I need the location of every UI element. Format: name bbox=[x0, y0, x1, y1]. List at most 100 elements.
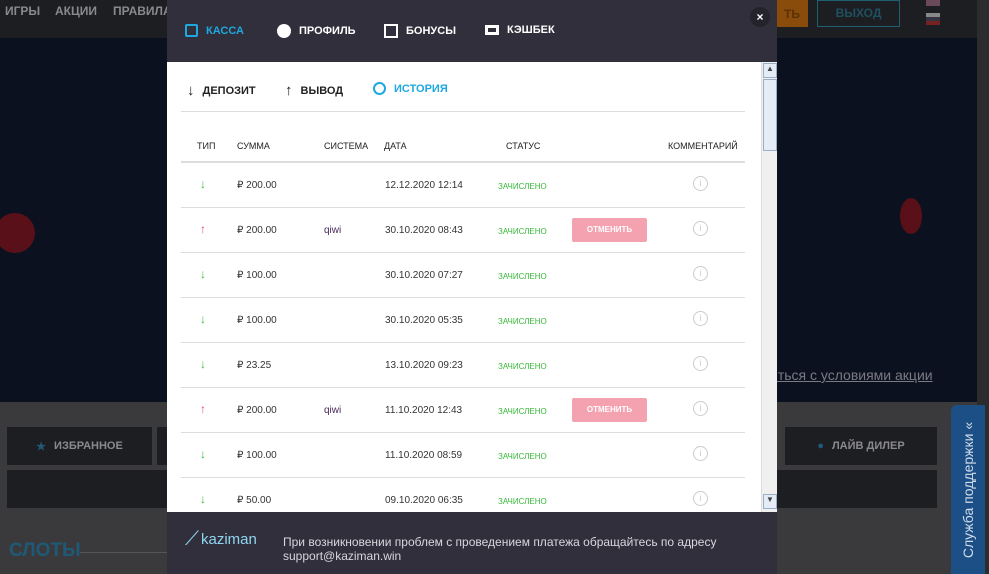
date: 11.10.2020 12:43 bbox=[385, 405, 463, 416]
chip-icon bbox=[0, 213, 35, 253]
scroll-thumb[interactable] bbox=[763, 79, 777, 151]
table-row: ↓ ₽ 50.00 09.10.2020 06:35 ЗАЧИСЛЕНО i bbox=[181, 478, 745, 512]
nav-promos[interactable]: АКЦИИ bbox=[55, 4, 97, 18]
amount: ₽ 200.00 bbox=[237, 405, 277, 416]
info-icon[interactable]: i bbox=[693, 176, 708, 191]
tab-label: БОНУСЫ bbox=[406, 25, 456, 37]
support-label: Служба поддержки « bbox=[960, 421, 976, 559]
arrow-down-icon: ↓ bbox=[200, 357, 206, 371]
profile-icon bbox=[277, 24, 291, 38]
date: 12.12.2020 12:14 bbox=[385, 180, 463, 191]
tab-cashback[interactable]: КЭШБЕК bbox=[485, 24, 555, 36]
cashback-icon bbox=[485, 25, 499, 35]
subtab-label: ИСТОРИЯ bbox=[394, 82, 448, 95]
chip-icon bbox=[900, 198, 922, 234]
cancel-button[interactable]: ОТМЕНИТЬ bbox=[572, 218, 647, 242]
subtab-withdraw[interactable]: ↑ ВЫВОД bbox=[285, 82, 343, 99]
info-icon[interactable]: i bbox=[693, 356, 708, 371]
date: 11.10.2020 08:59 bbox=[385, 450, 463, 461]
status-badge: ЗАЧИСЛЕНО bbox=[498, 452, 547, 461]
star-icon: ★ bbox=[36, 440, 47, 453]
info-icon[interactable]: i bbox=[693, 221, 708, 236]
arrow-up-icon: ↑ bbox=[200, 222, 206, 236]
status-badge: ЗАЧИСЛЕНО bbox=[498, 497, 547, 506]
amount: ₽ 50.00 bbox=[237, 495, 272, 506]
subtab-label: ДЕПОЗИТ bbox=[202, 84, 256, 97]
tab-label: ПРОФИЛЬ bbox=[299, 25, 356, 37]
flag-ru-icon[interactable] bbox=[926, 13, 940, 25]
tab-profile[interactable]: ПРОФИЛЬ bbox=[277, 24, 356, 38]
tab-label: КЭШБЕК bbox=[507, 24, 555, 36]
flag-en-icon[interactable] bbox=[926, 0, 940, 6]
arrow-down-icon: ↓ bbox=[187, 82, 195, 99]
nav-rules[interactable]: ПРАВИЛА bbox=[113, 4, 172, 18]
subtab-history[interactable]: ИСТОРИЯ bbox=[373, 82, 448, 95]
column-header: СУММА bbox=[237, 141, 270, 151]
table-row: ↓ ₽ 100.00 30.10.2020 05:35 ЗАЧИСЛЕНО i bbox=[181, 298, 745, 343]
subtab-label: ВЫВОД bbox=[300, 84, 344, 97]
category-live-dealer[interactable]: ● ЛАЙВ ДИЛЕР bbox=[785, 427, 937, 465]
amount: ₽ 200.00 bbox=[237, 225, 277, 236]
arrow-up-icon: ↑ bbox=[285, 82, 293, 99]
tab-label: КАССА bbox=[206, 24, 244, 37]
support-notice: При возникновении проблем с проведением … bbox=[283, 535, 717, 563]
arrow-down-icon: ↓ bbox=[200, 447, 206, 461]
subtab-deposit[interactable]: ↓ ДЕПОЗИТ bbox=[187, 82, 256, 99]
logo-text: kaziman bbox=[201, 531, 257, 548]
divider bbox=[181, 111, 745, 112]
amount: ₽ 100.00 bbox=[237, 450, 277, 461]
date: 30.10.2020 08:43 bbox=[385, 225, 463, 236]
status-badge: ЗАЧИСЛЕНО bbox=[498, 362, 547, 371]
logout-button[interactable]: ВЫХОД bbox=[817, 0, 900, 27]
scroll-down-icon[interactable]: ▼ bbox=[763, 494, 777, 509]
gift-icon bbox=[384, 24, 398, 38]
column-header: СИСТЕМА bbox=[324, 141, 369, 151]
table-row: ↓ ₽ 100.00 11.10.2020 08:59 ЗАЧИСЛЕНО i bbox=[181, 433, 745, 478]
arrow-down-icon: ↓ bbox=[200, 312, 206, 326]
amount: ₽ 100.00 bbox=[237, 315, 277, 326]
table-row: ↓ ₽ 100.00 30.10.2020 07:27 ЗАЧИСЛЕНО i bbox=[181, 253, 745, 298]
status-badge: ЗАЧИСЛЕНО bbox=[498, 182, 547, 191]
cancel-button[interactable]: ОТМЕНИТЬ bbox=[572, 398, 647, 422]
tab-cashier[interactable]: КАССА bbox=[185, 24, 244, 37]
table-row: ↓ ₽ 200.00 12.12.2020 12:14 ЗАЧИСЛЕНО i bbox=[181, 163, 745, 208]
arrow-down-icon: ↓ bbox=[200, 267, 206, 281]
column-header: КОММЕНТАРИЙ bbox=[668, 141, 738, 151]
amount: ₽ 200.00 bbox=[237, 180, 277, 191]
arrow-down-icon: ↓ bbox=[200, 177, 206, 191]
section-title: СЛОТЫ bbox=[9, 540, 81, 561]
arrow-down-icon: ↓ bbox=[200, 492, 206, 506]
nav-games[interactable]: ИГРЫ bbox=[5, 4, 40, 18]
table-row: ↑ ₽ 200.00 qiwi 11.10.2020 12:43 ЗАЧИСЛЕ… bbox=[181, 388, 745, 433]
modal-header: КАССА ПРОФИЛЬ БОНУСЫ КЭШБЕК × bbox=[167, 0, 777, 62]
info-icon[interactable]: i bbox=[693, 311, 708, 326]
support-tab[interactable]: Служба поддержки « bbox=[951, 405, 985, 574]
cashier-modal: КАССА ПРОФИЛЬ БОНУСЫ КЭШБЕК × ↓ ДЕПОЗИТ ↑… bbox=[167, 0, 777, 574]
date: 30.10.2020 05:35 bbox=[385, 315, 463, 326]
table-row: ↓ ₽ 23.25 13.10.2020 09:23 ЗАЧИСЛЕНО i bbox=[181, 343, 745, 388]
column-header: СТАТУС bbox=[506, 141, 541, 151]
tab-bonuses[interactable]: БОНУСЫ bbox=[384, 24, 456, 38]
system: qiwi bbox=[324, 225, 342, 236]
date: 30.10.2020 07:27 bbox=[385, 270, 463, 281]
column-header: ДАТА bbox=[384, 141, 407, 151]
amount: ₽ 23.25 bbox=[237, 360, 272, 371]
modal-scrollbar[interactable]: ▲ ▼ bbox=[761, 62, 777, 512]
date: 09.10.2020 06:35 bbox=[385, 495, 463, 506]
info-icon[interactable]: i bbox=[693, 491, 708, 506]
category-favorites[interactable]: ★ ИЗБРАННОЕ bbox=[7, 427, 152, 465]
promo-terms-link[interactable]: иться с условиями акции bbox=[770, 367, 933, 383]
modal-body: ↓ ДЕПОЗИТ ↑ ВЫВОД ИСТОРИЯ ТИП СУММА СИСТЕМ… bbox=[167, 62, 777, 512]
info-icon[interactable]: i bbox=[693, 401, 708, 416]
info-icon[interactable]: i bbox=[693, 266, 708, 281]
info-icon[interactable]: i bbox=[693, 446, 708, 461]
close-button[interactable]: × bbox=[750, 7, 770, 27]
status-badge: ЗАЧИСЛЕНО bbox=[498, 407, 547, 416]
column-header: ТИП bbox=[197, 141, 216, 151]
wallet-icon bbox=[185, 24, 198, 37]
scroll-up-icon[interactable]: ▲ bbox=[763, 63, 777, 78]
category-label: ИЗБРАННОЕ bbox=[54, 440, 123, 452]
status-badge: ЗАЧИСЛЕНО bbox=[498, 227, 547, 236]
status-badge: ЗАЧИСЛЕНО bbox=[498, 317, 547, 326]
date: 13.10.2020 09:23 bbox=[385, 360, 463, 371]
